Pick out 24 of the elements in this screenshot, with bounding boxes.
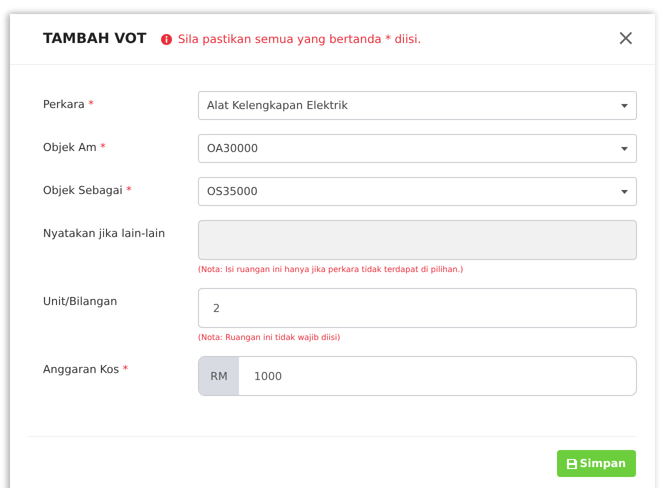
field-label: Unit/Bilangan — [43, 295, 118, 308]
field-label: Anggaran Kos — [43, 363, 120, 376]
caret-icon — [621, 190, 628, 194]
close-button[interactable]: × — [616, 28, 635, 50]
field-note: (Nota: Isi ruangan ini hanya jika perkara tidak terdapat di pilihan.) — [198, 265, 464, 274]
currency-field[interactable]: RM 1000 — [198, 356, 637, 396]
field-label: Objek Am — [43, 141, 97, 154]
required-mark: * — [88, 98, 94, 111]
caret-icon — [621, 146, 628, 150]
field-label: Perkara — [43, 98, 85, 111]
select-field[interactable]: OA30000 — [198, 134, 637, 163]
alert-message: Sila pastikan semua yang bertanda * diisi. — [178, 32, 422, 46]
field-label: Objek Sebagai — [43, 184, 123, 197]
field-note: (Nota: Ruangan ini tidak wajib diisi) — [198, 333, 342, 342]
caret-icon — [621, 104, 628, 108]
required-mark: * — [122, 363, 128, 376]
required-mark: * — [100, 141, 106, 154]
info-icon — [161, 34, 172, 44]
select-field[interactable]: Alat Kelengkapan Elektrik — [198, 91, 637, 120]
field-label: Nyatakan jika lain-lain — [43, 227, 166, 240]
input-field[interactable]: 2 — [198, 288, 637, 328]
select-field[interactable]: OS35000 — [198, 177, 637, 206]
dialog-title: TAMBAH VOT — [43, 31, 148, 47]
required-mark: * — [126, 184, 132, 197]
